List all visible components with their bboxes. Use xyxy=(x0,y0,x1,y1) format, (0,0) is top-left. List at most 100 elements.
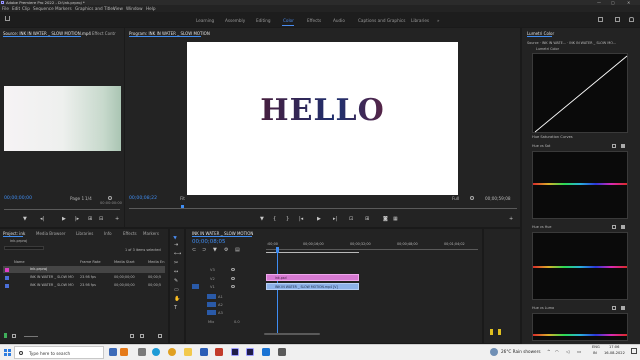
hsl-curves-header[interactable]: Hue Saturation Curves xyxy=(532,135,573,140)
col-media-start[interactable]: Media Start xyxy=(114,260,135,265)
minimize-button[interactable]: — xyxy=(597,0,601,5)
clip-v2-psd[interactable]: ink.psd xyxy=(266,274,359,281)
workspace-assembly[interactable]: Assembly xyxy=(225,18,245,23)
premiere-taskbar-icon[interactable] xyxy=(231,348,239,356)
menu-window[interactable]: Window xyxy=(126,6,143,11)
reset-icon[interactable] xyxy=(621,144,625,148)
program-camera-icon[interactable]: ◙ xyxy=(383,217,388,222)
menu-clip[interactable]: Clip xyxy=(22,6,30,11)
program-step-back-button[interactable]: |◂ xyxy=(299,217,303,222)
close-button[interactable]: ✕ xyxy=(627,0,630,5)
lang-indicator[interactable]: ENG xyxy=(592,345,600,350)
source-overwrite-button[interactable]: ⊟ xyxy=(99,217,103,222)
eye-icon[interactable] xyxy=(231,285,235,288)
menu-edit[interactable]: Edit xyxy=(12,6,20,11)
fullscreen-icon[interactable] xyxy=(615,17,620,22)
tray-arrow-icon[interactable]: ^ xyxy=(547,349,551,354)
workspace-editing[interactable]: Editing xyxy=(256,18,271,23)
settings-icon[interactable]: ⚙ xyxy=(224,248,228,253)
program-extract-button[interactable]: ⊞ xyxy=(365,217,369,222)
clock-time[interactable]: 17:06 xyxy=(609,345,619,350)
maximize-button[interactable]: ▢ xyxy=(611,0,615,5)
menu-file[interactable]: File xyxy=(2,6,9,11)
hue-vs-sat-graph[interactable] xyxy=(532,151,628,219)
source-add-button[interactable]: + xyxy=(115,217,119,222)
program-fit-select[interactable]: Fit xyxy=(180,196,185,201)
premiere-taskbar-icon-2[interactable] xyxy=(246,348,254,356)
eye-icon[interactable] xyxy=(231,268,235,271)
source-step-back-button[interactable]: ◂| xyxy=(40,217,44,222)
tab-info[interactable]: Info xyxy=(104,231,112,236)
workspace-libraries[interactable]: Libraries xyxy=(411,18,429,23)
linked-icon[interactable]: ⊃ xyxy=(202,248,206,253)
tab-effects[interactable]: Effects xyxy=(123,231,137,236)
word-icon[interactable] xyxy=(200,348,208,356)
menu-markers[interactable]: Markers xyxy=(55,6,72,11)
eyedropper-icon-2[interactable] xyxy=(612,225,616,229)
col-name[interactable]: Name xyxy=(14,260,25,265)
timeline-timecode[interactable]: 00;00;08;05 xyxy=(192,239,226,246)
program-compare-button[interactable]: ▦ xyxy=(393,217,398,222)
app-icon-3[interactable] xyxy=(215,348,223,356)
edge-icon[interactable] xyxy=(152,348,160,356)
tab-libraries[interactable]: Libraries xyxy=(76,231,93,236)
track-select-tool-icon[interactable]: ⇥ xyxy=(174,243,178,248)
slip-tool-icon[interactable]: ↔ xyxy=(174,270,178,275)
pencil-icon[interactable] xyxy=(4,333,7,338)
eyedropper-icon-3[interactable] xyxy=(612,306,616,310)
v1-source-patch[interactable] xyxy=(192,284,199,289)
tab-effect-controls[interactable]: Effect Contr xyxy=(92,31,116,36)
task-view-icon[interactable] xyxy=(138,348,146,356)
network-icon[interactable]: ◠ xyxy=(555,349,559,354)
marker-icon[interactable]: ▼ xyxy=(213,248,217,253)
program-add-button[interactable]: + xyxy=(509,217,513,222)
share-icon[interactable] xyxy=(598,17,603,22)
work-area-bar[interactable] xyxy=(266,252,359,253)
windows-start-icon[interactable] xyxy=(4,349,11,356)
mix-value[interactable]: 0.0 xyxy=(234,320,240,324)
mail-icon[interactable] xyxy=(262,348,270,356)
list-item[interactable]: INK IN WATER _ SLOW MO 23.98 fps 00;00;0… xyxy=(3,274,165,281)
app-icon-2[interactable] xyxy=(120,348,128,356)
tab-markers[interactable]: Markers xyxy=(143,231,159,236)
list-item[interactable]: INK IN WATER _ SLOW MO 23.98 fps 00;00;0… xyxy=(3,282,165,289)
battery-icon[interactable]: ▭ xyxy=(577,349,581,354)
pen-tool-icon[interactable]: ✎ xyxy=(174,279,178,284)
lumetri-source-row[interactable]: Source · INK IN WATE... · INK IN WATER _… xyxy=(527,41,616,45)
source-mark-in-button[interactable]: ▼ xyxy=(23,217,27,222)
program-step-forward-button[interactable]: ▸| xyxy=(333,217,337,222)
workspace-captions[interactable]: Captions and Graphics xyxy=(358,18,405,23)
hue-vs-luma-graph[interactable] xyxy=(532,313,628,341)
source-resolution[interactable]: 1/4 xyxy=(85,196,92,201)
program-mark-in-button[interactable]: ▼ xyxy=(260,217,264,222)
source-fit-select[interactable]: Page 1 xyxy=(70,196,84,201)
menu-sequence[interactable]: Sequence xyxy=(33,6,54,11)
program-timecode[interactable]: 00;00;08;22 xyxy=(129,196,157,202)
tab-media-browser[interactable]: Media Browser xyxy=(36,231,66,236)
timeline-scrollbar[interactable] xyxy=(264,333,320,335)
list-view-icon[interactable] xyxy=(12,334,16,338)
ripple-tool-icon[interactable]: ⟷ xyxy=(174,252,181,257)
lumetri-section-header[interactable]: Lumetri Color xyxy=(536,47,559,51)
program-resolution-select[interactable]: Full xyxy=(452,196,459,201)
bell-icon[interactable] xyxy=(629,17,634,22)
reset-icon-3[interactable] xyxy=(621,306,625,310)
clock-date[interactable]: 16-08-2022 xyxy=(604,351,625,356)
chrome-icon[interactable] xyxy=(168,348,176,356)
volume-icon[interactable]: ◁ xyxy=(566,349,569,354)
clip-v1-video[interactable]: INK IN WATER _ SLOW MOTION.mp4 [V] xyxy=(266,283,359,290)
file-explorer-icon[interactable] xyxy=(184,348,192,356)
rectangle-tool-icon[interactable]: ▭ xyxy=(174,288,179,293)
razor-tool-icon[interactable]: ✂ xyxy=(174,261,178,266)
new-item-icon[interactable] xyxy=(140,334,144,338)
source-insert-button[interactable]: ⊞ xyxy=(88,217,92,222)
col-media-end[interactable]: Media En xyxy=(148,260,164,265)
program-playhead-marker[interactable] xyxy=(181,205,184,208)
selection-tool-icon[interactable] xyxy=(173,234,178,240)
hand-tool-icon[interactable]: ✋ xyxy=(174,297,180,302)
taskbar-search-box[interactable]: Type here to search xyxy=(14,346,104,359)
captions-icon[interactable]: ▤ xyxy=(235,248,240,253)
timeline-ruler[interactable] xyxy=(266,249,478,250)
zoom-slider[interactable] xyxy=(24,336,38,337)
program-lift-button[interactable]: ⊡ xyxy=(349,217,353,222)
